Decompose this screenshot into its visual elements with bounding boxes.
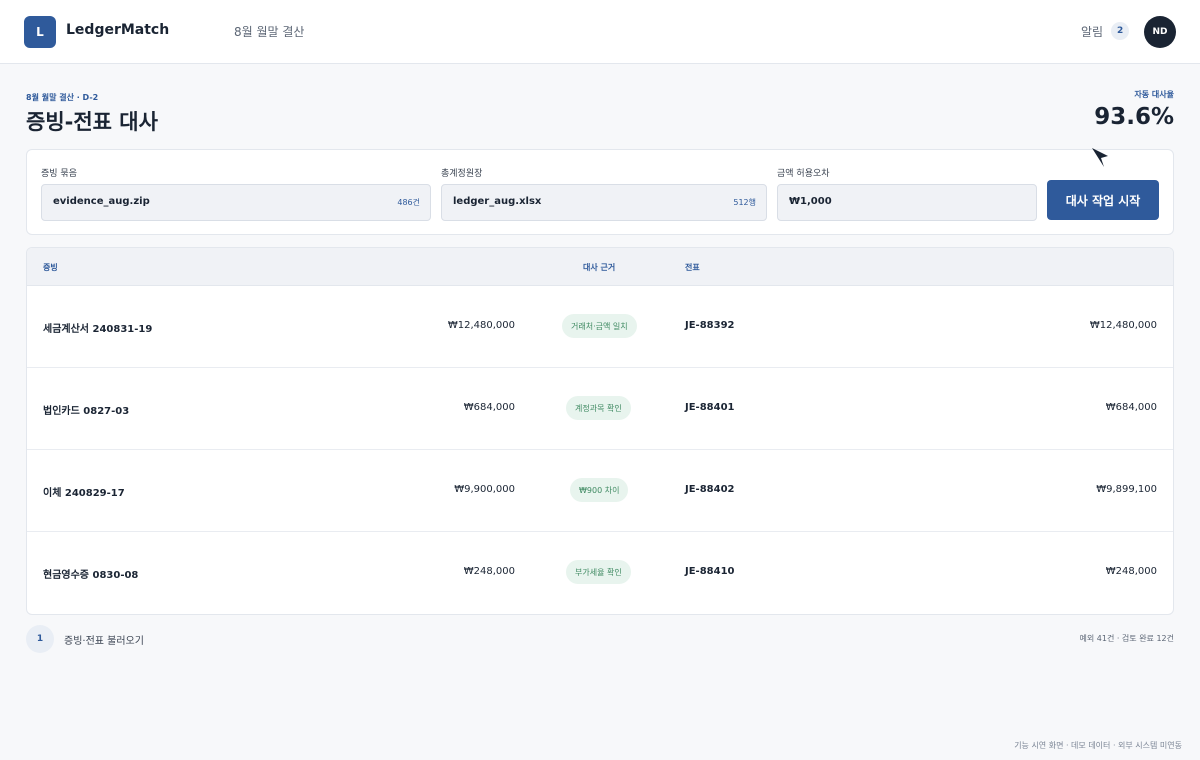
notifications-button[interactable]: 알림 2: [1081, 22, 1130, 40]
match-basis-chip: ₩900 차이: [570, 478, 629, 502]
column-header-evidence: 증빙: [43, 263, 58, 272]
table-row[interactable]: 이체 240829-17 ₩9,900,000 ₩900 차이 JE-88402…: [27, 450, 1173, 532]
review-summary: 예외 41건 · 검토 완료 12건: [1079, 634, 1175, 643]
match-table: 증빙 대사 근거 전표 세금계산서 240831-19 ₩12,480,000 …: [26, 247, 1174, 615]
journal-entry-amount: ₩9,899,100: [1096, 484, 1157, 495]
evidence-file-field[interactable]: evidence_aug.zip 486건: [41, 184, 431, 221]
ledger-file-field[interactable]: ledger_aug.xlsx 512행: [441, 184, 767, 221]
period-label: 8월 월말 결산: [234, 25, 305, 39]
evidence-name: 이체 240829-17: [43, 488, 125, 499]
page-eyebrow: 8월 월말 결산 · D-2: [26, 93, 99, 102]
evidence-amount: ₩12,480,000: [447, 320, 515, 331]
notifications-label: 알림: [1081, 24, 1104, 39]
match-basis-chip: 부가세율 확인: [566, 560, 631, 584]
app-logo[interactable]: L: [24, 16, 56, 48]
match-basis-chip: 계정과목 확인: [566, 396, 631, 420]
user-avatar[interactable]: ND: [1144, 16, 1176, 48]
evidence-amount: ₩248,000: [463, 566, 515, 577]
start-reconciliation-button[interactable]: 대사 작업 시작: [1047, 180, 1159, 220]
journal-entry-amount: ₩12,480,000: [1089, 320, 1157, 331]
evidence-name: 현금영수증 0830-08: [43, 570, 139, 581]
mouse-cursor-icon: [1092, 148, 1108, 167]
evidence-count: 486건: [397, 198, 420, 207]
table-row[interactable]: 현금영수증 0830-08 ₩248,000 부가세율 확인 JE-88410 …: [27, 532, 1173, 614]
evidence-name: 법인카드 0827-03: [43, 406, 130, 417]
evidence-name: 세금계산서 240831-19: [43, 324, 153, 335]
tolerance-value: ₩1,000: [789, 196, 832, 207]
evidence-field-label: 증빙 묶음: [41, 169, 77, 179]
table-row[interactable]: 세금계산서 240831-19 ₩12,480,000 거래처·금액 일치 JE…: [27, 286, 1173, 368]
tolerance-field-label: 금액 허용오차: [777, 169, 830, 179]
evidence-amount: ₩9,900,000: [454, 484, 515, 495]
step-label: 증빙·전표 불러오기: [64, 636, 144, 647]
journal-entry-id: JE-88410: [685, 566, 735, 577]
evidence-file-name: evidence_aug.zip: [53, 196, 150, 207]
journal-entry-amount: ₩248,000: [1105, 566, 1157, 577]
evidence-amount: ₩684,000: [463, 402, 515, 413]
brand-name[interactable]: LedgerMatch: [66, 22, 169, 38]
table-header: 증빙 대사 근거 전표: [27, 248, 1173, 286]
upload-form-card: 증빙 묶음 evidence_aug.zip 486건 총계정원장 ledger…: [26, 149, 1174, 235]
ledger-row-count: 512행: [733, 198, 756, 207]
column-header-basis: 대사 근거: [583, 263, 616, 272]
step-number-badge: 1: [26, 625, 54, 653]
tolerance-input[interactable]: ₩1,000: [777, 184, 1037, 221]
ledger-field-label: 총계정원장: [441, 169, 483, 179]
demo-footer-note: 기능 시연 화면 · 데모 데이터 · 외부 시스템 미연동: [1014, 741, 1182, 750]
journal-entry-id: JE-88392: [685, 320, 735, 331]
journal-entry-id: JE-88401: [685, 402, 735, 413]
column-header-entry: 전표: [685, 263, 700, 272]
ledger-file-name: ledger_aug.xlsx: [453, 196, 542, 207]
journal-entry-amount: ₩684,000: [1105, 402, 1157, 413]
top-bar: L LedgerMatch 8월 월말 결산 알림 2 ND: [0, 0, 1200, 64]
table-row[interactable]: 법인카드 0827-03 ₩684,000 계정과목 확인 JE-88401 ₩…: [27, 368, 1173, 450]
notifications-count-badge: 2: [1111, 22, 1130, 40]
page-title: 증빙-전표 대사: [26, 110, 158, 134]
journal-entry-id: JE-88402: [685, 484, 735, 495]
match-basis-chip: 거래처·금액 일치: [562, 314, 637, 338]
auto-match-rate-label: 자동 대사율: [1134, 90, 1174, 99]
auto-match-rate-value: 93.6%: [1094, 104, 1174, 130]
